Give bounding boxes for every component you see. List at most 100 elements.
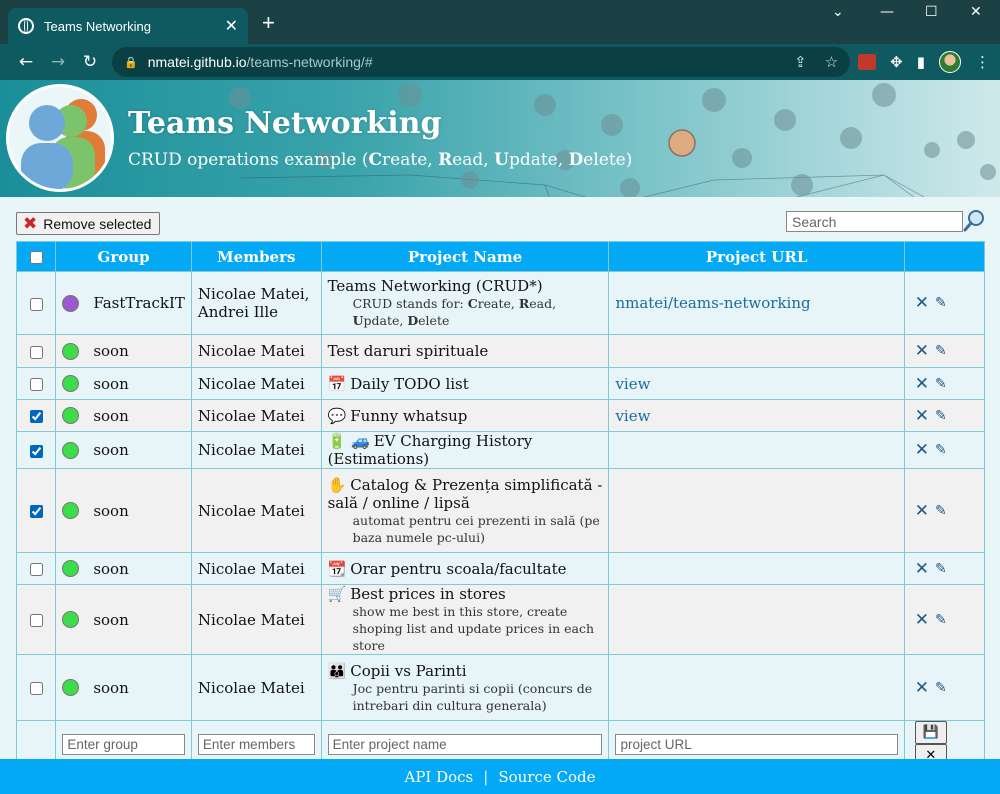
delete-icon[interactable]: ✕ (915, 293, 929, 313)
project-url-link[interactable]: view (615, 375, 650, 393)
lock-icon: 🔒 (124, 56, 138, 69)
project-title: Test daruri spirituale (327, 342, 489, 360)
table-row: soon Nicolae Matei Test daruri spirituale ✕… (15, 334, 986, 368)
group-name: soon (93, 342, 129, 360)
project-url-link[interactable]: view (615, 407, 650, 425)
project-emoji-icon: 📅 (327, 374, 347, 393)
save-button[interactable]: 💾 (914, 721, 947, 744)
table-header-row: Group Members Project Name Project URL (15, 241, 986, 272)
url-path: /teams-networking/# (246, 54, 373, 70)
edit-pencil-icon[interactable]: ✎ (935, 343, 947, 359)
project-emoji-icon: 📆 (327, 559, 347, 578)
star-icon[interactable]: ☆ (825, 53, 838, 71)
edit-pencil-icon[interactable]: ✎ (935, 561, 947, 577)
project-description: automat pentru cei prezenti in sală (pe … (352, 512, 600, 545)
remove-selected-label: Remove selected (43, 215, 152, 232)
edit-pencil-icon[interactable]: ✎ (935, 408, 947, 424)
footer: API Docs | Source Code (0, 759, 1000, 794)
row-select-checkbox[interactable] (29, 563, 43, 576)
group-name: soon (93, 678, 129, 697)
forward-arrow-icon[interactable]: → (42, 52, 74, 72)
table-row: soon Nicolae Matei 💬 Funny whatsup view ✕ ✎ (15, 399, 986, 432)
table-row: soon Nicolae Matei 🔋 🚙 EV Charging History … (15, 431, 986, 469)
url-field[interactable]: 🔒 nmatei.github.io/teams-networking/# ⇪ … (112, 47, 851, 77)
edit-pencil-icon[interactable]: ✎ (935, 295, 947, 311)
column-header-group[interactable]: Group (55, 241, 192, 272)
table-row: soon Nicolae Matei 📅 Daily TODO list view ✕ ✎ (15, 367, 986, 400)
project-name-input[interactable] (327, 733, 603, 755)
share-icon[interactable]: ⇪ (794, 53, 807, 71)
reload-icon[interactable]: ↻ (74, 52, 106, 72)
row-select-checkbox[interactable] (29, 410, 43, 423)
edit-pencil-icon[interactable]: ✎ (935, 376, 947, 392)
project-emoji-icon: 💬 (327, 406, 347, 425)
page-title: Teams Networking (128, 106, 442, 141)
delete-icon[interactable]: ✕ (915, 440, 929, 460)
extension-icon[interactable] (858, 54, 877, 70)
browser-tab[interactable]: Teams Networking ✕ (8, 8, 248, 44)
new-tab-button[interactable]: + (262, 12, 275, 34)
close-window-icon[interactable]: ✕ (970, 4, 982, 20)
group-color-dot (62, 441, 80, 459)
project-title: Teams Networking (CRUD*) (327, 277, 543, 295)
group-color-dot (62, 560, 80, 577)
group-input[interactable] (62, 733, 185, 755)
row-select-checkbox[interactable] (29, 378, 43, 391)
page-subtitle: CRUD operations example (Create, Read, U… (128, 150, 633, 170)
browser-tab-bar: Teams Networking ✕ + ⌄ — ☐ ✕ (0, 0, 1000, 44)
delete-icon[interactable]: ✕ (915, 406, 929, 426)
delete-icon[interactable]: ✕ (915, 559, 929, 579)
remove-selected-button[interactable]: ✖ Remove selected (16, 212, 161, 235)
menu-dots-icon[interactable]: ⋮ (975, 53, 990, 71)
delete-icon[interactable]: ✕ (915, 678, 929, 698)
project-name: Teams Networking (CRUD*) (328, 277, 603, 295)
column-header-members[interactable]: Members (190, 241, 322, 272)
side-panel-icon[interactable]: ▮ (917, 53, 925, 71)
row-select-checkbox[interactable] (29, 614, 43, 627)
minimize-icon[interactable]: — (880, 4, 894, 20)
group-color-dot (62, 294, 80, 312)
edit-pencil-icon[interactable]: ✎ (935, 612, 947, 628)
profile-avatar[interactable] (939, 51, 961, 73)
group-color-dot (62, 407, 80, 424)
delete-icon[interactable]: ✕ (915, 501, 929, 521)
row-select-checkbox[interactable] (29, 345, 43, 359)
maximize-icon[interactable]: ☐ (925, 4, 938, 20)
search-icon[interactable] (963, 209, 985, 233)
row-select-checkbox[interactable] (29, 682, 43, 695)
members-cell: Nicolae Matei (190, 584, 322, 655)
back-arrow-icon[interactable]: ← (10, 52, 42, 72)
members-cell: Nicolae Matei (190, 552, 322, 585)
edit-pencil-icon[interactable]: ✎ (935, 680, 947, 696)
select-all-checkbox[interactable] (29, 251, 43, 264)
delete-icon[interactable]: ✕ (915, 610, 929, 630)
chevron-down-icon[interactable]: ⌄ (832, 4, 844, 20)
project-name: ✋ Catalog & Prezența simplificată - sală … (328, 476, 603, 512)
edit-pencil-icon[interactable]: ✎ (935, 442, 947, 458)
api-docs-link[interactable]: API Docs (404, 768, 473, 786)
source-code-link[interactable]: Source Code (498, 768, 595, 786)
row-select-checkbox[interactable] (29, 297, 43, 311)
edit-pencil-icon[interactable]: ✎ (935, 503, 947, 519)
project-emoji-icon: 🛒 (327, 585, 347, 603)
delete-icon[interactable]: ✕ (915, 374, 929, 394)
group-color-dot (62, 679, 80, 696)
tab-close-icon[interactable]: ✕ (225, 16, 238, 36)
column-header-project-url[interactable]: Project URL (608, 241, 905, 272)
footer-separator: | (483, 767, 489, 786)
members-input[interactable] (197, 733, 315, 755)
column-header-project-name[interactable]: Project Name (320, 241, 610, 272)
delete-icon[interactable]: ✕ (915, 341, 929, 361)
teams-table: Group Members Project Name Project URL F… (15, 241, 986, 768)
puzzle-icon[interactable]: ✥ (890, 53, 903, 71)
project-url-input[interactable] (615, 733, 898, 755)
project-title: Best prices in stores (350, 585, 506, 603)
row-select-checkbox[interactable] (29, 444, 43, 458)
group-name: soon (93, 374, 129, 393)
project-emoji-icon: 🔋 🚙 (327, 432, 370, 450)
row-select-checkbox[interactable] (29, 505, 43, 518)
select-all-cell (15, 241, 57, 272)
group-color-dot (62, 502, 80, 519)
search-input[interactable] (786, 211, 963, 232)
project-url-link[interactable]: nmatei/teams-networking (615, 294, 810, 312)
